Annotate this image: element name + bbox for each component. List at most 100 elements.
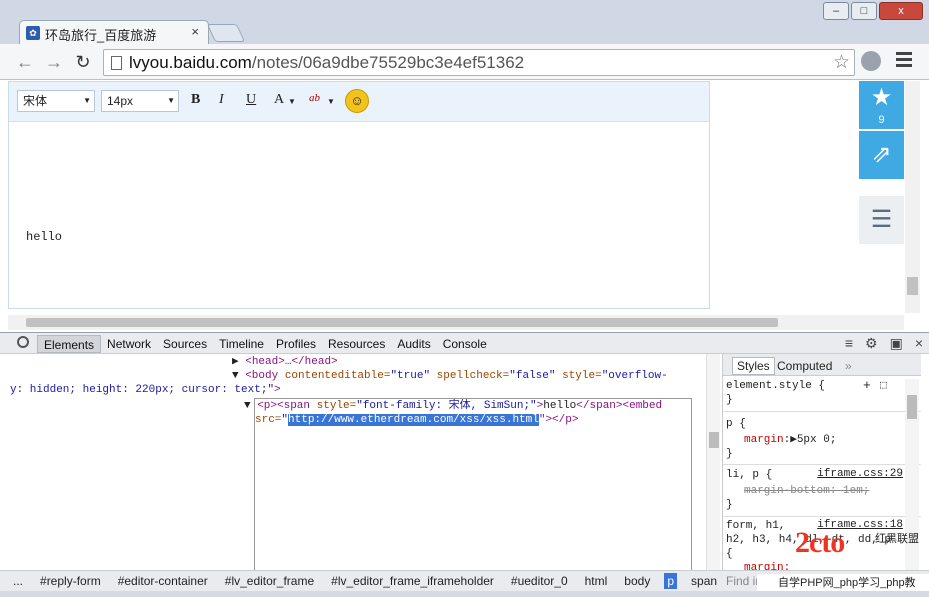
crumb-ellipsis[interactable]: ... — [10, 573, 26, 589]
url-host: lvyou.baidu.com — [129, 53, 252, 72]
dock-side-icon[interactable]: ▣ — [890, 335, 903, 352]
minimize-button[interactable]: – — [823, 2, 849, 20]
scrollbar-thumb[interactable] — [907, 395, 917, 419]
tab-audits[interactable]: Audits — [391, 335, 436, 353]
tab-resources[interactable]: Resources — [322, 335, 391, 353]
crumb-ueditor[interactable]: #ueditor_0 — [508, 573, 571, 589]
italic-button[interactable]: I — [219, 92, 224, 108]
devtools-tabs: Elements Network Sources Timeline Profil… — [37, 335, 493, 353]
element-style-selector[interactable]: element.style { — [726, 379, 825, 393]
scrollbar-thumb[interactable] — [26, 318, 778, 327]
underline-button[interactable]: U — [246, 92, 256, 108]
crumb-reply-form[interactable]: #reply-form — [37, 573, 104, 589]
rule-separator — [723, 411, 921, 412]
collapse-arrow-icon[interactable]: ▼ — [232, 370, 245, 382]
more-tabs-icon[interactable]: » — [841, 358, 856, 374]
tab-elements[interactable]: Elements — [37, 335, 102, 353]
tab-timeline[interactable]: Timeline — [213, 335, 270, 353]
page-vertical-scrollbar[interactable] — [905, 81, 920, 313]
expand-arrow-icon[interactable]: ▶ — [232, 356, 245, 368]
styles-tabs: Styles Computed » — [723, 354, 921, 376]
back-arrow-icon[interactable]: ← — [14, 51, 36, 73]
url-path: /notes/06a9dbe75529bc3e4ef51362 — [251, 53, 525, 72]
dom-node-head[interactable]: ▶ <head>…</head> — [232, 355, 338, 369]
bold-button[interactable]: B — [191, 92, 200, 108]
forward-arrow-icon[interactable]: → — [43, 51, 65, 73]
crumb-editor-container[interactable]: #editor-container — [115, 573, 211, 589]
rule-close-brace: } — [726, 448, 733, 460]
page-viewport: 宋体 ▼ 14px ▼ B I U A ▼ ab ▼ ☺ hello ★ 9 ⇗… — [0, 81, 929, 332]
crumb-span[interactable]: span — [688, 573, 720, 589]
add-rule-icon[interactable]: + — [863, 379, 871, 393]
window-titlebar: ✿ 环岛旅行_百度旅游 × – □ x — [0, 0, 929, 44]
editor-toolbar: 宋体 ▼ 14px ▼ B I U A ▼ ab ▼ ☺ — [9, 82, 709, 122]
body-tag: <body — [245, 370, 279, 382]
overridden-declaration[interactable]: margin-bottom: 1em; — [744, 484, 869, 498]
editor-content-text[interactable]: hello — [26, 230, 62, 244]
tab-styles[interactable]: Styles — [732, 357, 775, 375]
attr-name: contenteditable= — [278, 370, 391, 382]
catalog-button[interactable]: ☰ — [859, 196, 904, 244]
scrollbar-thumb[interactable] — [907, 277, 918, 295]
scrollbar-thumb[interactable] — [709, 432, 719, 448]
tab-close-button[interactable]: × — [191, 24, 199, 39]
maximize-button[interactable]: □ — [851, 2, 877, 20]
inspect-search-icon[interactable] — [17, 336, 29, 348]
elements-dom-tree[interactable]: ▶ <head>…</head> ▼ <body contenteditable… — [8, 354, 720, 570]
crumb-html[interactable]: html — [582, 573, 611, 589]
extension-globe-icon[interactable] — [861, 51, 881, 71]
window-bottom-border — [0, 591, 929, 597]
close-icon[interactable]: × — [915, 335, 923, 352]
reload-icon[interactable]: ↻ — [72, 51, 94, 73]
favorite-button[interactable]: ★ 9 — [859, 81, 904, 129]
rule-close-brace: } — [726, 394, 733, 406]
tab-network[interactable]: Network — [101, 335, 157, 353]
tab-computed[interactable]: Computed — [773, 358, 836, 374]
rule-p-selector[interactable]: p { — [726, 417, 746, 431]
font-size-select[interactable]: 14px ▼ — [101, 90, 179, 112]
chevron-down-icon: ▼ — [288, 97, 296, 106]
page-icon — [111, 56, 122, 70]
tab-profiles[interactable]: Profiles — [270, 335, 322, 353]
font-family-value: 宋体 — [23, 94, 48, 108]
share-button[interactable]: ⇗ — [859, 131, 904, 179]
highlight-color-button[interactable]: ab — [309, 92, 320, 104]
address-bar[interactable]: lvyou.baidu.com/notes/06a9dbe75529bc3e4e… — [103, 49, 855, 76]
browser-tab[interactable]: ✿ 环岛旅行_百度旅游 × — [19, 20, 209, 44]
chrome-menu-icon[interactable] — [896, 52, 912, 70]
font-color-button[interactable]: A — [274, 92, 284, 108]
emoticon-icon[interactable]: ☺ — [345, 89, 369, 113]
edit-as-html-box[interactable] — [254, 398, 692, 570]
font-size-value: 14px — [107, 94, 134, 108]
tab-console[interactable]: Console — [437, 335, 493, 353]
tab-sources[interactable]: Sources — [157, 335, 213, 353]
watermark-footer: 自学PHP网_php学习_php教 — [757, 574, 929, 592]
drawer-toggle-icon[interactable]: ≡ — [845, 335, 853, 352]
close-window-button[interactable]: x — [879, 2, 923, 20]
attr-name: spellcheck= — [430, 370, 510, 382]
rule-li-p-selector[interactable]: li, p { — [726, 468, 772, 482]
rule-p-declaration[interactable]: margin:▶5px 0; — [744, 433, 836, 447]
chevron-down-icon: ▼ — [167, 96, 175, 105]
dom-scrollbar[interactable] — [706, 354, 720, 570]
crumb-iframeholder[interactable]: #lv_editor_frame_iframeholder — [328, 573, 497, 589]
breadcrumb-list: ... #reply-form #editor-container #lv_ed… — [10, 573, 720, 589]
bookmark-star-icon[interactable]: ☆ — [833, 51, 850, 74]
attr-value: "true" — [390, 370, 431, 382]
crumb-lv-editor-frame[interactable]: #lv_editor_frame — [222, 573, 317, 589]
tab-title: 环岛旅行_百度旅游 — [45, 28, 157, 43]
new-tab-button[interactable] — [206, 24, 246, 42]
crumb-body[interactable]: body — [621, 573, 653, 589]
dom-node-body[interactable]: ▼ <body contenteditable="true" spellchec… — [232, 369, 668, 383]
gear-icon[interactable]: ⚙ — [865, 335, 878, 352]
attr-value: "overflow- — [601, 370, 668, 382]
font-family-select[interactable]: 宋体 ▼ — [17, 90, 95, 112]
chevron-down-icon: ▼ — [83, 96, 91, 105]
star-icon: ★ — [870, 84, 893, 111]
crumb-p[interactable]: p — [664, 573, 678, 589]
list-icon: ☰ — [870, 206, 893, 233]
element-state-icon[interactable]: ⬚ — [880, 379, 887, 393]
watermark-brand: 红黑联盟 — [875, 533, 919, 545]
stylesheet-link[interactable]: iframe.css:29 — [817, 468, 903, 480]
page-horizontal-scrollbar[interactable] — [8, 315, 904, 330]
